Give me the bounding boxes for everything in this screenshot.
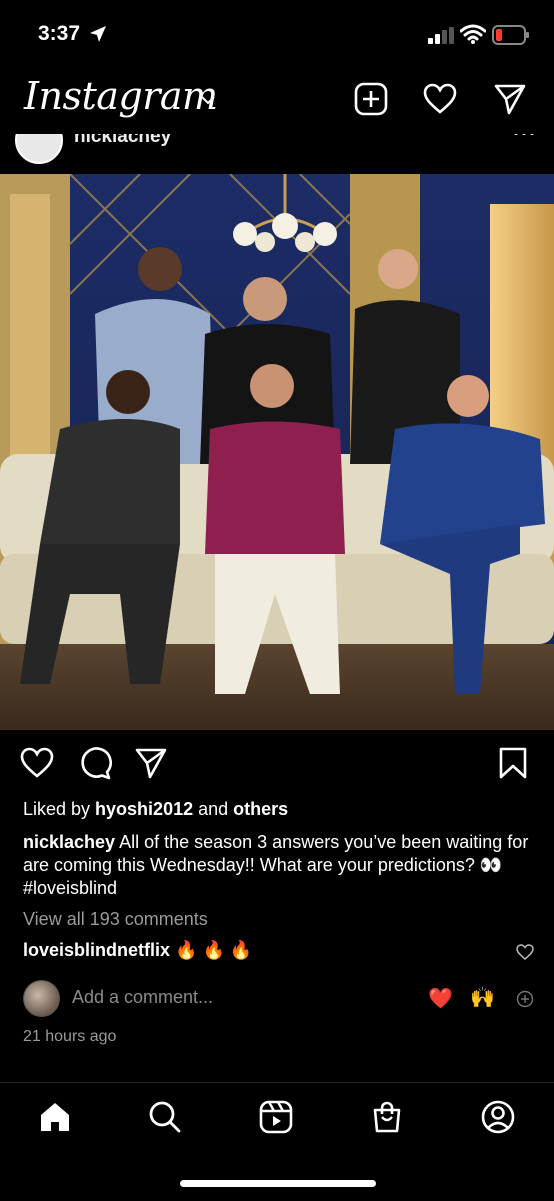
top-comment-user[interactable]: loveisblindnetflix — [23, 940, 170, 960]
quick-reaction-heart[interactable]: ❤️ — [428, 986, 453, 1011]
add-comment-input[interactable]: Add a comment... — [72, 987, 213, 1008]
likes-user[interactable]: hyoshi2012 — [95, 799, 193, 819]
post-author-avatar[interactable] — [15, 134, 63, 164]
home-indicator[interactable] — [180, 1180, 376, 1187]
post-caption: nicklachey All of the season 3 answers y… — [23, 831, 533, 900]
battery-low-icon — [492, 25, 529, 45]
search-icon[interactable] — [148, 1100, 182, 1134]
shop-icon[interactable] — [370, 1100, 404, 1134]
likes-prefix: Liked by — [23, 799, 96, 819]
chevron-down-icon[interactable] — [200, 92, 216, 108]
comment-icon[interactable] — [78, 746, 112, 780]
share-icon[interactable] — [134, 746, 168, 780]
quick-reaction-raised-hands[interactable]: 🙌 — [470, 985, 495, 1010]
profile-icon[interactable] — [481, 1100, 515, 1134]
post-timestamp: 21 hours ago — [23, 1028, 117, 1045]
direct-message-icon[interactable] — [493, 82, 527, 116]
location-arrow-icon — [90, 26, 106, 42]
home-icon[interactable] — [38, 1100, 72, 1134]
likes-others[interactable]: others — [233, 799, 288, 819]
post-photo[interactable] — [0, 174, 554, 730]
reels-icon[interactable] — [259, 1100, 293, 1134]
new-post-icon[interactable] — [354, 82, 388, 116]
more-options-icon[interactable] — [512, 134, 536, 138]
wifi-icon — [460, 24, 486, 44]
heart-icon[interactable] — [423, 82, 457, 116]
view-all-comments-link[interactable]: View all 193 comments — [23, 909, 208, 930]
post-author-name[interactable]: nicklachey — [74, 134, 171, 148]
top-comment: loveisblindnetflix 🔥 🔥 🔥 — [23, 940, 252, 961]
likes-middle: and — [193, 799, 234, 819]
post-header: nicklachey — [0, 134, 554, 174]
likes-summary[interactable]: Liked by hyoshi2012 and others — [23, 798, 288, 820]
top-comment-text: 🔥 🔥 🔥 — [170, 940, 253, 960]
cellular-signal-icon — [428, 27, 454, 44]
save-icon[interactable] — [496, 746, 530, 780]
instagram-logo[interactable]: Instagram — [24, 74, 218, 118]
add-reaction-icon[interactable] — [516, 990, 534, 1008]
like-icon[interactable] — [20, 746, 54, 780]
comment-like-icon[interactable] — [516, 944, 534, 960]
current-user-avatar — [23, 980, 60, 1017]
status-time: 3:37 — [38, 22, 81, 45]
caption-user[interactable]: nicklachey — [23, 832, 115, 852]
